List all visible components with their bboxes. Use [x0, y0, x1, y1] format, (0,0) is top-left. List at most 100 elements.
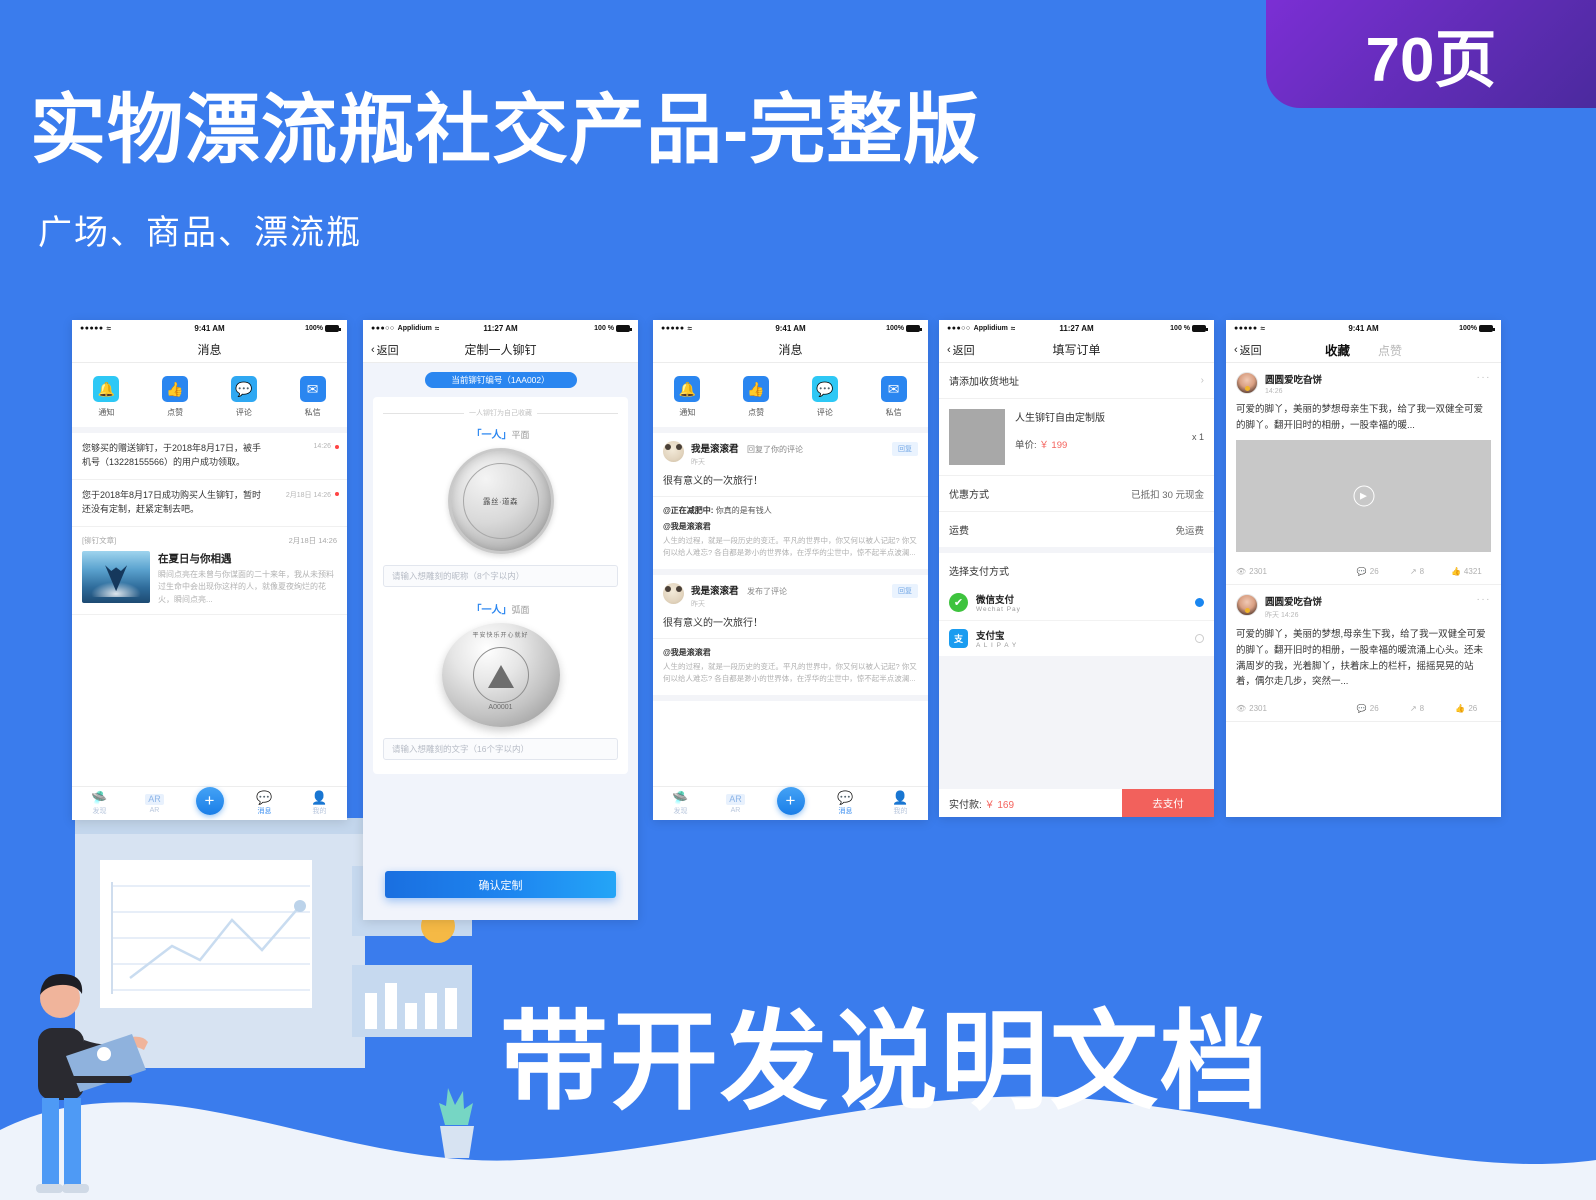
views-count: 2301	[1249, 704, 1267, 714]
likes-count: 4321	[1463, 567, 1482, 577]
post-time: 昨天 14:26	[1265, 612, 1299, 620]
category-dm[interactable]: ✉ 私信	[859, 376, 928, 418]
stat-views: 👁 2301	[1236, 567, 1343, 576]
nickname-input[interactable]: 请输入想雕刻的昵称（8个字以内）	[383, 565, 618, 587]
radio-button[interactable]	[1195, 598, 1204, 607]
message-category-grid: 🔔 通知 👍 点赞 💬 评论 ✉ 私信	[72, 363, 347, 433]
reply-button[interactable]: 回复	[892, 583, 918, 598]
tab-discover[interactable]: 🛸 发现	[653, 791, 708, 816]
back-label: 返回	[1239, 344, 1262, 357]
article-row[interactable]: [铆钉文章] 2月18日 14:26 在夏日与你相遇 瞬间点亮在未曾与你谋面的二…	[72, 527, 347, 615]
person-icon: 👤	[892, 790, 909, 805]
avatar	[663, 582, 684, 604]
battery-icon	[1479, 325, 1496, 332]
shares-count: 8	[1419, 704, 1425, 714]
ufo-icon: 🛸	[672, 790, 689, 805]
category-notice[interactable]: 🔔 通知	[72, 376, 141, 418]
tab-add[interactable]: +	[182, 786, 237, 815]
ar-icon: AR	[726, 793, 745, 805]
tab-favorites[interactable]: 收藏	[1325, 340, 1350, 359]
article-tag: [铆钉文章]	[82, 535, 117, 545]
category-likes[interactable]: 👍 点赞	[141, 376, 210, 418]
more-options-icon[interactable]: ···	[1477, 594, 1492, 605]
tab-profile[interactable]: 👤 我的	[292, 791, 347, 816]
message-text: 您于2018年8月17日成功购买人生铆钉，暂时还没有定制，赶紧定制去吧。	[82, 489, 262, 514]
avatar[interactable]	[1236, 372, 1258, 394]
back-button[interactable]: ‹ 返回	[1234, 342, 1262, 358]
nickname-input-placeholder: 请输入想雕刻的昵称（8个字以内）	[392, 571, 525, 581]
category-likes[interactable]: 👍 点赞	[722, 376, 791, 418]
comment-icon: 💬	[1356, 567, 1367, 577]
address-row[interactable]: 请添加收货地址 ›	[939, 363, 1214, 399]
category-comments[interactable]: 💬 评论	[791, 376, 860, 418]
category-comments[interactable]: 💬 评论	[210, 376, 279, 418]
engraving-text-input[interactable]: 请输入想雕刻的文字（16个字以内）	[383, 738, 618, 760]
likes-count: 26	[1468, 704, 1478, 714]
status-bar: ●●●○○ Applidium ≈ 11:27 AM 100 %	[939, 320, 1214, 337]
phone-screen-customize: ●●●○○ Applidium ≈ 11:27 AM 100 % ‹ 返回 定制…	[363, 320, 638, 920]
coin-dome-arc-text: 平安快乐开心就好	[472, 633, 529, 639]
stat-comments[interactable]: 💬 26	[1343, 567, 1392, 576]
tab-ar[interactable]: AR AR	[127, 793, 182, 814]
tab-messages[interactable]: 💬 消息	[818, 791, 873, 816]
reply-button[interactable]: 回复	[892, 442, 918, 456]
message-row[interactable]: 您够买的赠送铆钉，于2018年8月17日，被手机号（13228155566）的用…	[72, 433, 347, 480]
category-likes-label: 点赞	[167, 408, 184, 417]
pay-button[interactable]: 去支付	[1122, 789, 1214, 817]
stat-shares[interactable]: ↗ 8	[1392, 704, 1441, 713]
battery-percent: 100%	[1459, 325, 1478, 332]
message-category-grid: 🔔 通知 👍 点赞 💬 评论 ✉ 私信	[653, 363, 928, 433]
back-button[interactable]: ‹ 返回	[371, 342, 399, 358]
nav-tabs: 收藏 点赞	[1325, 340, 1402, 359]
stat-shares[interactable]: ↗ 8	[1392, 567, 1441, 576]
total-line: 实付款: ￥ 169	[939, 796, 1014, 811]
wifi-icon: ≈	[1010, 324, 1016, 333]
rivet-number-badge: 当前铆钉编号（1AA002）	[424, 372, 577, 388]
wifi-icon: ≈	[106, 324, 112, 333]
message-row[interactable]: 您于2018年8月17日成功购买人生铆钉，暂时还没有定制，赶紧定制去吧。 2月1…	[72, 479, 347, 527]
payment-sub: A L I P A Y	[976, 642, 1018, 649]
tab-profile-label: 我的	[893, 808, 908, 815]
post-video[interactable]: ▶	[1236, 440, 1491, 553]
category-dm[interactable]: ✉ 私信	[278, 376, 347, 418]
payment-option-alipay[interactable]: 支 支付宝 A L I P A Y	[939, 621, 1214, 656]
product-image	[949, 409, 1005, 465]
address-label: 请添加收货地址	[949, 377, 1019, 388]
post-text: 可爱的脚丫，美丽的梦想母亲生下我，给了我一双健全可爱的脚丫。翻开旧时的相册，一股…	[1236, 404, 1484, 431]
payment-option-wechat[interactable]: ✔ 微信支付 Wechat Pay	[939, 585, 1214, 621]
stat-comments[interactable]: 💬 26	[1343, 704, 1392, 713]
tab-discover[interactable]: 🛸 发现	[72, 791, 127, 816]
payment-name: 支付宝	[976, 631, 1005, 642]
tab-profile[interactable]: 👤 我的	[873, 791, 928, 816]
discount-row[interactable]: 优惠方式 已抵扣 30 元现金	[939, 476, 1214, 512]
post-stats: 👁 2301 💬 26 ↗ 8 👍 4321	[1236, 560, 1491, 584]
shipping-value: 免运费	[1175, 525, 1204, 537]
tab-messages[interactable]: 💬 消息	[237, 791, 292, 816]
share-icon: ↗	[1409, 704, 1417, 714]
back-button[interactable]: ‹ 返回	[947, 342, 975, 358]
category-notice[interactable]: 🔔 通知	[653, 376, 722, 418]
tab-ar[interactable]: AR AR	[708, 793, 763, 814]
views-count: 2301	[1249, 567, 1267, 577]
post-author: 圆圆爱吃旮饼	[1265, 375, 1323, 386]
wifi-icon: ≈	[434, 324, 440, 333]
back-label: 返回	[952, 344, 975, 357]
total-label: 实付款:	[949, 799, 982, 811]
quote-line: @正在减肥中: 你真的是有钱人	[663, 505, 918, 516]
quote-text: 人生的过程，就是一段历史的变迁。平凡的世界中，你又何以被人记起? 你又何以给人难…	[663, 661, 917, 684]
more-options-icon[interactable]: ···	[1477, 372, 1492, 383]
phone-screen-messages: ●●●●● ≈ 9:41 AM 100% 消息 🔔 通知 👍 点赞 💬 评论 ✉…	[72, 320, 347, 820]
comment-author: 我是滚滚君	[691, 585, 739, 597]
radio-button[interactable]	[1195, 634, 1204, 643]
comments-count: 26	[1369, 704, 1379, 714]
stat-likes[interactable]: 👍 26	[1442, 704, 1491, 713]
tab-bar: 🛸 发现 AR AR + 💬 消息 👤 我的	[72, 786, 347, 820]
carrier-label: Applidium	[397, 325, 432, 332]
confirm-customize-button[interactable]: 确认定制	[385, 871, 616, 898]
tab-likes[interactable]: 点赞	[1378, 342, 1402, 359]
nav-bar: ‹ 返回 收藏 点赞	[1226, 337, 1501, 363]
order-body: 请添加收货地址 › 人生铆钉自由定制版 单价: ￥ 199 x 1 优惠方式 已…	[939, 363, 1214, 817]
avatar[interactable]	[1236, 594, 1258, 617]
stat-likes[interactable]: 👍 4321	[1442, 567, 1491, 576]
tab-add[interactable]: +	[763, 786, 818, 815]
